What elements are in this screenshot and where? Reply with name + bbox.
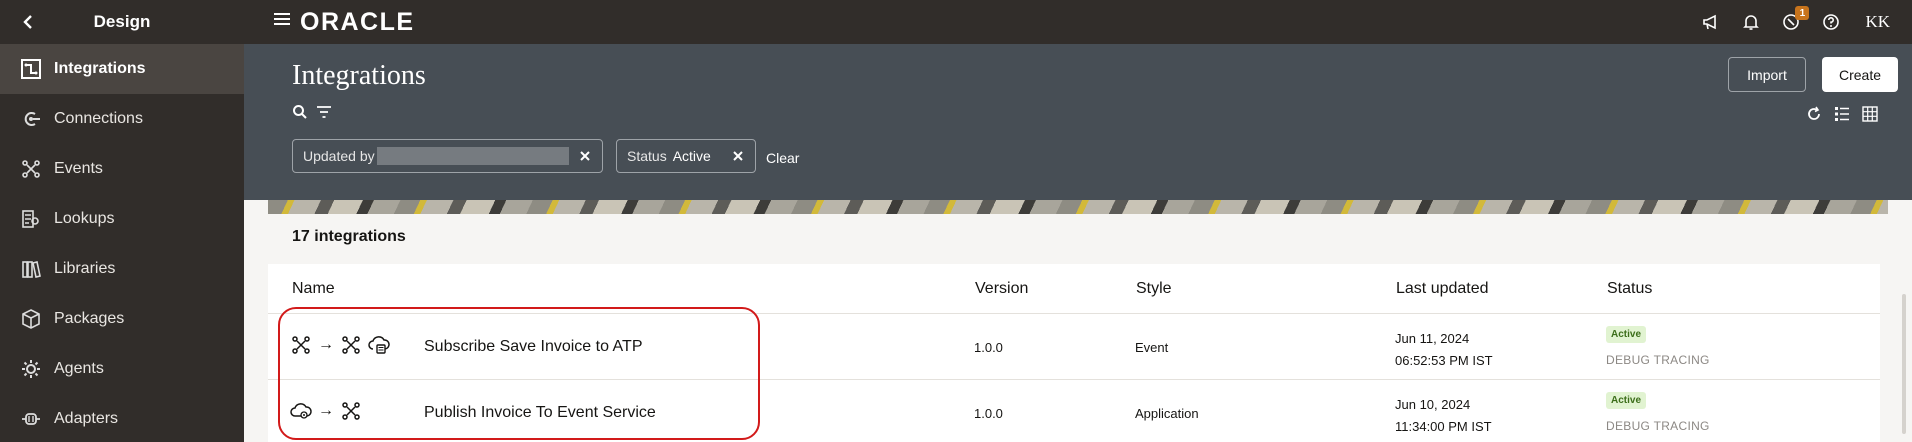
hamburger-menu-icon[interactable] — [274, 13, 290, 27]
sidebar-item-label: Connections — [54, 110, 143, 127]
last-updated: Jun 11, 2024 06:52:53 PM IST — [1395, 328, 1493, 372]
libraries-icon — [20, 258, 42, 280]
column-header-last-updated[interactable]: Last updated — [1396, 280, 1489, 298]
lookups-icon — [20, 208, 42, 230]
last-updated-time: 11:34:00 PM IST — [1395, 419, 1492, 434]
filter-icon[interactable] — [316, 104, 332, 120]
integrations-icon — [20, 58, 42, 80]
flow-arrow: → — [318, 402, 334, 419]
refresh-icon[interactable] — [1806, 106, 1822, 122]
last-updated-date: Jun 11, 2024 — [1395, 331, 1470, 346]
integration-version: 1.0.0 — [974, 406, 1003, 421]
integrations-count: 17 integrations — [292, 228, 406, 245]
sidebar-item-adapters[interactable]: Adapters — [0, 394, 244, 442]
flow-arrow: → — [318, 336, 334, 353]
sidebar-item-label: Adapters — [54, 410, 119, 427]
oracle-logo[interactable]: ORACLE — [300, 8, 415, 37]
sidebar-item-libraries[interactable]: Libraries — [0, 244, 244, 294]
events-icon — [20, 158, 42, 180]
event-icon — [340, 334, 362, 356]
filter-chip-value: Active — [672, 148, 711, 164]
integrations-table: Name Version Style Last updated Status →… — [268, 264, 1880, 442]
last-updated-time: 06:52:53 PM IST — [1395, 353, 1493, 368]
sidebar-item-lookups[interactable]: Lookups — [0, 194, 244, 244]
column-header-status[interactable]: Status — [1607, 280, 1652, 298]
column-header-version[interactable]: Version — [975, 280, 1028, 298]
integration-version: 1.0.0 — [974, 340, 1003, 355]
event-icon — [340, 400, 362, 422]
announcement-megaphone-icon[interactable] — [1701, 12, 1721, 32]
sidebar-item-label: Lookups — [54, 210, 115, 227]
sidebar-item-connections[interactable]: Connections — [0, 94, 244, 144]
packages-icon — [20, 308, 42, 330]
integration-style: Event — [1135, 340, 1169, 355]
notification-count-badge: 1 — [1795, 6, 1810, 20]
sidebar-item-label: Libraries — [54, 260, 116, 277]
remove-filter-close-icon[interactable] — [731, 149, 745, 163]
filter-chip-label: Updated by — [303, 148, 375, 164]
sidebar-item-packages[interactable]: Packages — [0, 294, 244, 344]
table-header: Name Version Style Last updated Status — [268, 264, 1880, 314]
view-options — [1794, 106, 1878, 122]
sidebar-header: Design — [0, 0, 244, 44]
integration-style: Application — [1135, 406, 1199, 421]
back-chevron-icon[interactable] — [16, 10, 40, 34]
filter-chip-updated-by[interactable]: Updated by — [292, 139, 603, 173]
connections-icon — [20, 108, 42, 130]
sidebar-item-label: Events — [54, 160, 103, 177]
page-title: Integrations — [292, 60, 426, 91]
help-icon[interactable] — [1821, 12, 1841, 32]
vertical-scrollbar[interactable] — [1902, 294, 1906, 434]
notifications-bell-icon[interactable] — [1741, 12, 1761, 32]
last-updated: Jun 10, 2024 11:34:00 PM IST — [1395, 394, 1492, 438]
status-badge: Active — [1606, 326, 1647, 343]
sidebar-item-events[interactable]: Events — [0, 144, 244, 194]
event-trigger-icon — [290, 334, 312, 356]
grid-view-icon[interactable] — [1862, 106, 1878, 122]
cloud-application-icon — [290, 400, 312, 422]
cloud-database-icon — [368, 334, 390, 356]
sidebar-item-label: Packages — [54, 310, 125, 327]
import-button[interactable]: Import — [1728, 57, 1806, 92]
sidebar-item-integrations[interactable]: Integrations — [0, 44, 244, 94]
debug-tracing-label: DEBUG TRACING — [1606, 353, 1710, 367]
status-badge: Active — [1606, 392, 1647, 409]
integration-pattern: → — [290, 400, 362, 422]
list-view-icon[interactable] — [1834, 106, 1850, 122]
adapters-icon — [20, 408, 42, 430]
decorative-banner-stripe — [268, 200, 1888, 214]
column-header-style[interactable]: Style — [1136, 280, 1172, 298]
last-updated-date: Jun 10, 2024 — [1395, 397, 1471, 412]
user-avatar[interactable]: KK — [1865, 12, 1890, 32]
top-bar: ORACLE 1 KK — [244, 0, 1912, 44]
integration-name-link[interactable]: Publish Invoice To Event Service — [424, 404, 656, 422]
sidebar-item-label: Agents — [54, 360, 104, 377]
page-gutter — [1888, 200, 1912, 442]
column-header-name[interactable]: Name — [292, 280, 335, 298]
create-button[interactable]: Create — [1822, 57, 1898, 92]
debug-tracing-label: DEBUG TRACING — [1606, 419, 1710, 433]
table-row[interactable]: → Subscribe Save Invoice to ATP 1.0.0 Ev… — [268, 314, 1880, 380]
table-row[interactable]: → Publish Invoice To Event Service 1.0.0… — [268, 380, 1880, 442]
filter-chip-status[interactable]: Status Active — [616, 139, 756, 173]
remove-filter-close-icon[interactable] — [578, 149, 592, 163]
top-bar-actions: 1 KK — [1701, 0, 1912, 44]
integration-name-link[interactable]: Subscribe Save Invoice to ATP — [424, 338, 642, 356]
tasks-icon[interactable]: 1 — [1781, 6, 1810, 32]
redacted-value — [376, 147, 569, 165]
integration-pattern: → — [290, 334, 390, 356]
results-count-bar: 17 integrations — [268, 214, 1888, 264]
sidebar: Design Integrations Connections Events L… — [0, 0, 244, 442]
sidebar-item-label: Integrations — [54, 60, 146, 77]
page-header: Integrations Import Create Updated by St… — [244, 44, 1912, 200]
agents-icon — [20, 358, 42, 380]
sidebar-item-agents[interactable]: Agents — [0, 344, 244, 394]
filter-chip-label: Status — [627, 148, 667, 164]
clear-filters-link[interactable]: Clear — [766, 150, 799, 166]
search-icon[interactable] — [292, 104, 308, 120]
